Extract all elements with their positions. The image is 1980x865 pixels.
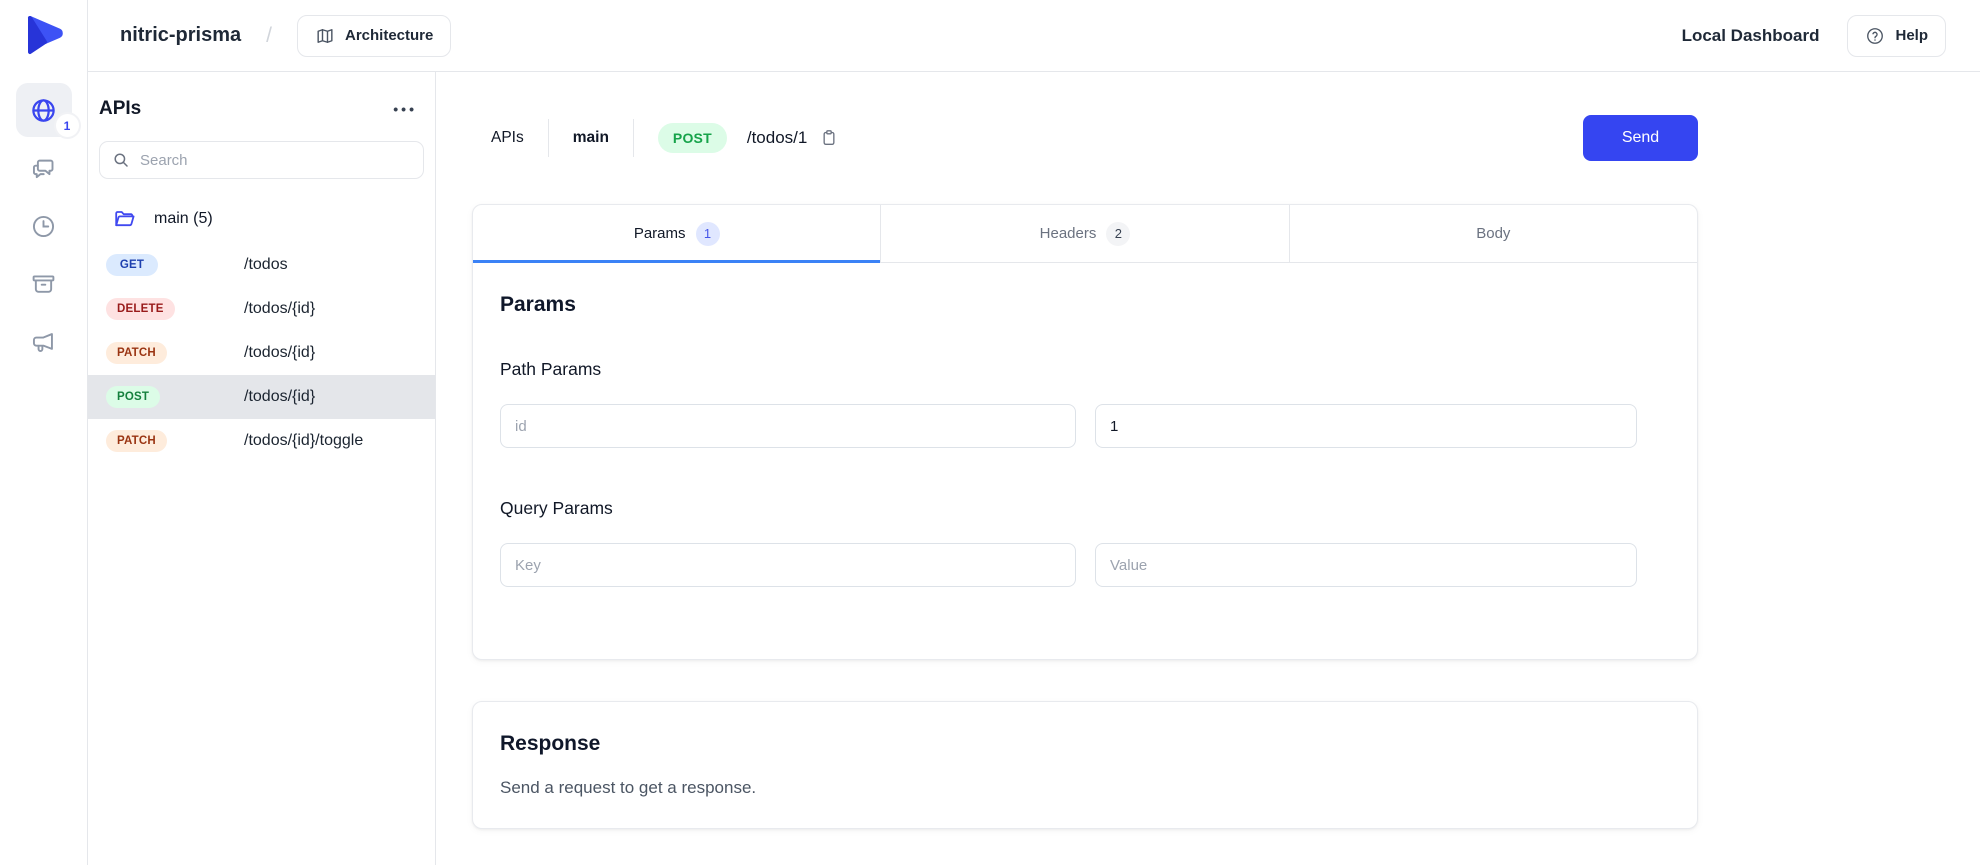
apis-sidebar: APIs ••• main (5) [88, 72, 436, 865]
tab-label: Headers [1040, 225, 1097, 242]
method-badge: DELETE [106, 298, 175, 320]
chat-bubbles-icon [30, 155, 57, 182]
query-param-value-input[interactable] [1095, 543, 1637, 587]
project-name: nitric-prisma [120, 24, 241, 47]
architecture-button[interactable]: Architecture [297, 15, 451, 57]
query-param-key-input[interactable] [500, 543, 1076, 587]
tab-label: Params [634, 225, 686, 242]
breadcrumb-root: APIs [491, 129, 524, 147]
request-breadcrumb: APIs main POST /todos/1 [472, 119, 839, 157]
endpoint-path: /todos/{id}/toggle [244, 432, 363, 450]
method-badge: PATCH [106, 342, 167, 364]
tab-headers[interactable]: Headers 2 [880, 205, 1288, 262]
response-card: Response Send a request to get a respons… [472, 701, 1698, 829]
endpoint-path: /todos/{id} [244, 344, 315, 362]
response-empty-message: Send a request to get a response. [500, 778, 1669, 798]
dashboard-title: Local Dashboard [1682, 26, 1820, 46]
divider [633, 119, 634, 157]
send-button[interactable]: Send [1583, 115, 1698, 161]
archive-box-icon [30, 271, 57, 298]
endpoint-path: /todos/{id} [244, 388, 315, 406]
search-input[interactable] [140, 152, 411, 169]
path-param-key-input[interactable] [500, 404, 1076, 448]
method-badge: GET [106, 254, 158, 276]
clock-icon [30, 213, 57, 240]
help-button[interactable]: Help [1847, 15, 1946, 57]
divider [548, 119, 549, 157]
rail-item-apis[interactable]: 1 [16, 83, 72, 137]
api-folder-main[interactable]: main (5) [88, 199, 435, 243]
endpoint-row-get-todos[interactable]: GET /todos [88, 243, 435, 287]
path-param-row [500, 404, 1669, 448]
nitric-logo[interactable] [22, 13, 66, 57]
folder-label: main (5) [154, 210, 213, 228]
globe-icon [30, 97, 57, 124]
breadcrumb-slash: / [266, 24, 272, 48]
endpoint-row-delete-todo[interactable]: DELETE /todos/{id} [88, 287, 435, 331]
query-params-heading: Query Params [500, 498, 1669, 519]
nitric-logo-icon [22, 13, 66, 57]
copy-path-button[interactable] [819, 128, 839, 148]
response-heading: Response [500, 732, 1669, 756]
method-badge: POST [106, 386, 160, 408]
rail-item-clock[interactable] [16, 199, 72, 253]
search-icon [112, 151, 130, 169]
icon-rail: 1 [0, 0, 88, 865]
megaphone-icon [30, 329, 57, 356]
path-param-value-input[interactable] [1095, 404, 1637, 448]
query-param-row [500, 543, 1669, 587]
request-path: /todos/1 [747, 128, 808, 148]
request-method-badge: POST [658, 123, 727, 153]
endpoint-row-post-todo[interactable]: POST /todos/{id} [88, 375, 435, 419]
endpoint-row-patch-todo[interactable]: PATCH /todos/{id} [88, 331, 435, 375]
params-heading: Params [500, 293, 1669, 317]
map-icon [315, 26, 335, 46]
request-tabs: Params 1 Headers 2 Body [473, 205, 1697, 263]
architecture-label: Architecture [345, 27, 433, 44]
tab-count-badge: 2 [1106, 222, 1130, 246]
clipboard-icon [819, 128, 839, 148]
endpoint-path: /todos [244, 256, 288, 274]
rail-item-chat[interactable] [16, 141, 72, 195]
endpoint-tree: main (5) GET /todos DELETE /todos/{id} P… [88, 199, 435, 463]
rail-item-megaphone[interactable] [16, 315, 72, 369]
top-bar: nitric-prisma / Architecture Local Dashb… [88, 0, 1980, 72]
endpoint-row-patch-toggle[interactable]: PATCH /todos/{id}/toggle [88, 419, 435, 463]
tab-body[interactable]: Body [1289, 205, 1697, 262]
sidebar-title: APIs [99, 98, 141, 120]
tab-label: Body [1476, 225, 1510, 242]
app-root: 1 [0, 0, 1980, 865]
help-circle-icon [1865, 26, 1885, 46]
breadcrumb-api: main [573, 129, 609, 147]
api-count-badge: 1 [56, 114, 79, 137]
method-badge: PATCH [106, 430, 167, 452]
request-card: Params 1 Headers 2 Body Params [472, 204, 1698, 660]
search-box [99, 141, 424, 179]
rail-item-archive[interactable] [16, 257, 72, 311]
main-panel: APIs main POST /todos/1 Sen [436, 72, 1980, 865]
tab-params[interactable]: Params 1 [473, 205, 880, 262]
endpoint-path: /todos/{id} [244, 300, 315, 318]
tab-count-badge: 1 [696, 222, 720, 246]
help-label: Help [1895, 27, 1928, 44]
sidebar-menu-button[interactable]: ••• [393, 98, 417, 120]
folder-open-icon [113, 207, 137, 231]
path-params-heading: Path Params [500, 359, 1669, 380]
